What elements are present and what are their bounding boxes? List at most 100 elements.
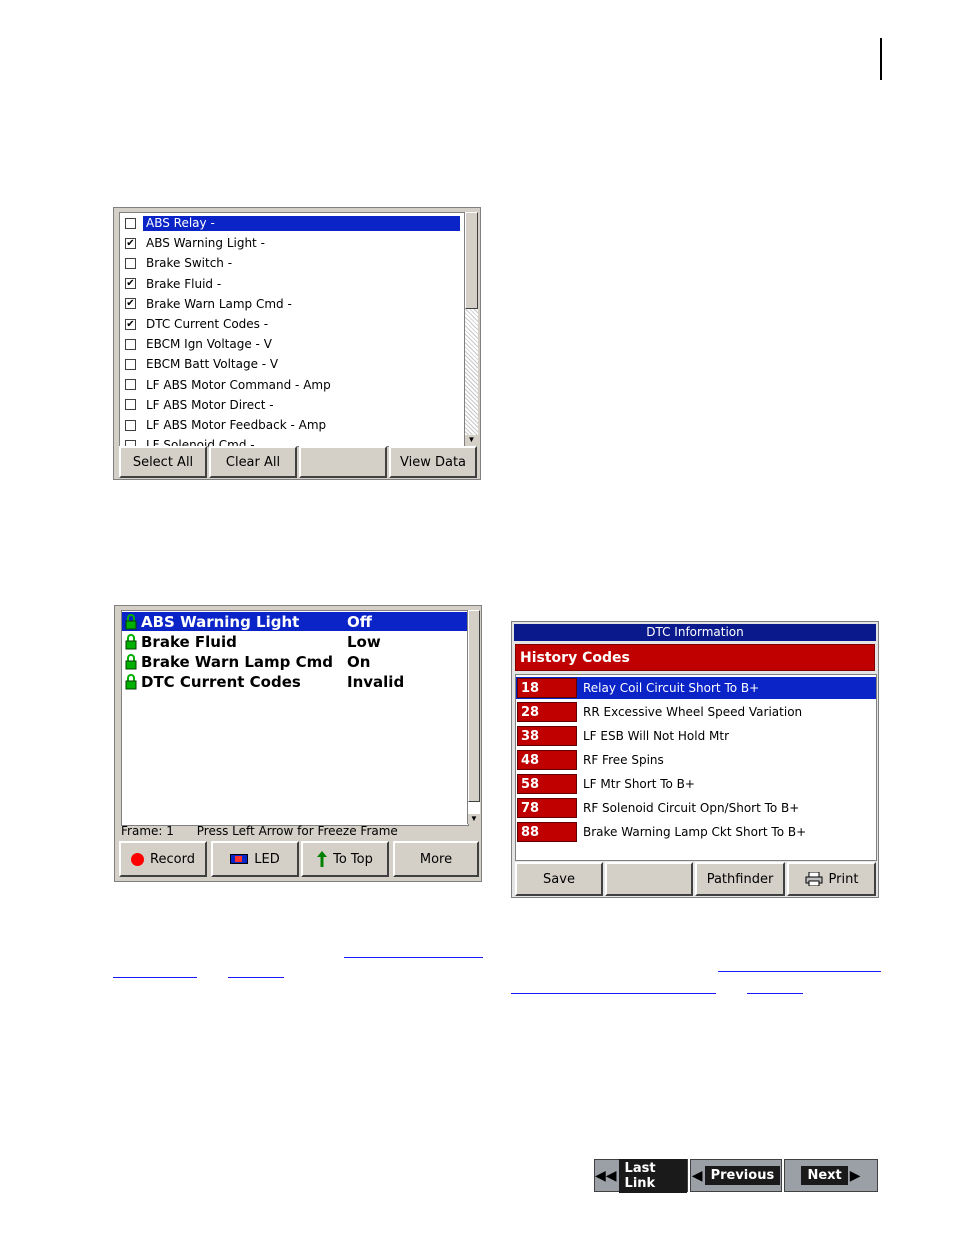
pathfinder-button[interactable]: Pathfinder xyxy=(695,862,785,896)
record-button[interactable]: Record xyxy=(119,841,207,877)
up-arrow-icon xyxy=(317,851,328,867)
dtc-row[interactable]: 48 RF Free Spins xyxy=(516,749,876,771)
dtc-code: 78 xyxy=(517,798,577,818)
select-all-button[interactable]: Select All xyxy=(119,446,207,478)
parameter-name: Brake Warn Lamp Cmd xyxy=(141,652,333,671)
dtc-information-window: DTC Information History Codes 18 Relay Co… xyxy=(511,621,879,898)
checkbox-icon[interactable] xyxy=(125,338,136,350)
parameter-label: Brake Switch - xyxy=(146,256,233,271)
link-underline[interactable] xyxy=(344,957,483,958)
clear-all-label: Clear All xyxy=(225,454,281,470)
checkbox-icon[interactable] xyxy=(125,358,136,370)
checkbox-icon[interactable] xyxy=(125,217,136,229)
double-left-arrow-icon: ◀◀ xyxy=(595,1167,617,1184)
dtc-row[interactable]: 28 RR Excessive Wheel Speed Variation xyxy=(516,701,876,723)
dtc-code: 28 xyxy=(517,702,577,722)
parameter-label: EBCM Ign Voltage - V xyxy=(146,337,272,352)
data-list[interactable]: ABS Warning Light Off Brake Fluid Low Brake … xyxy=(121,610,469,826)
history-codes-header: History Codes xyxy=(515,644,875,671)
parameter-label: ABS Warning Light - xyxy=(146,236,265,251)
dtc-description: RF Free Spins xyxy=(583,753,664,767)
print-button[interactable]: Print xyxy=(787,862,876,896)
next-button[interactable]: Next ▶ xyxy=(784,1159,878,1192)
parameter-list-item[interactable]: ABS Relay - xyxy=(120,213,464,233)
parameter-label: ABS Relay - xyxy=(143,215,460,231)
more-label: More xyxy=(419,851,453,867)
previous-label: Previous xyxy=(704,1166,781,1185)
data-row[interactable]: ABS Warning Light Off xyxy=(122,612,468,631)
dtc-code: 58 xyxy=(517,774,577,794)
parameter-list-item[interactable]: LF ABS Motor Command - Amp xyxy=(120,375,464,395)
dtc-description: Relay Coil Circuit Short To B+ xyxy=(583,681,760,695)
blank-button[interactable] xyxy=(299,446,387,478)
frame-label: Frame: 1 xyxy=(121,824,174,838)
left-arrow-icon: ◀ xyxy=(691,1167,703,1184)
dtc-code-list[interactable]: 18 Relay Coil Circuit Short To B+ 28 RR Exc… xyxy=(515,674,877,861)
checked-checkbox-icon[interactable]: ✔ xyxy=(125,237,136,249)
save-label: Save xyxy=(543,871,575,887)
parameter-label: LF ABS Motor Command - Amp xyxy=(146,377,331,392)
parameter-list-item[interactable]: Brake Switch - xyxy=(120,253,464,273)
parameter-list-scrollbar[interactable]: ▼ xyxy=(464,212,478,445)
save-button[interactable]: Save xyxy=(515,862,603,896)
record-icon xyxy=(131,852,145,866)
data-row[interactable]: Brake Fluid Low xyxy=(122,632,468,651)
window-title: DTC Information xyxy=(514,624,876,641)
parameter-list-item[interactable]: LF ABS Motor Feedback - Amp xyxy=(120,415,464,435)
link-underline[interactable] xyxy=(747,993,803,994)
previous-button[interactable]: ◀ Previous xyxy=(690,1159,782,1192)
parameter-list-item[interactable]: ✔ DTC Current Codes - xyxy=(120,314,464,334)
dtc-row[interactable]: 38 LF ESB Will Not Hold Mtr xyxy=(516,725,876,747)
dtc-code: 88 xyxy=(517,822,577,842)
scrollbar-thumb[interactable] xyxy=(465,212,478,309)
dtc-description: RF Solenoid Circuit Opn/Short To B+ xyxy=(583,801,800,815)
link-underline[interactable] xyxy=(718,971,881,972)
parameter-list[interactable]: ABS Relay - ✔ ABS Warning Light - Brake Swi… xyxy=(119,212,465,447)
parameter-label: LF ABS Motor Direct - xyxy=(146,397,274,412)
dtc-row[interactable]: 58 LF Mtr Short To B+ xyxy=(516,773,876,795)
link-underline[interactable] xyxy=(113,977,197,978)
parameter-list-item[interactable]: ✔ ABS Warning Light - xyxy=(120,233,464,253)
view-data-label: View Data xyxy=(399,454,467,470)
to-top-label: To Top xyxy=(333,851,373,867)
last-link-button[interactable]: ◀◀ Last Link xyxy=(594,1158,688,1193)
checkbox-icon[interactable] xyxy=(125,399,136,411)
dtc-row[interactable]: 88 Brake Warning Lamp Ckt Short To B+ xyxy=(516,821,876,843)
checkbox-icon[interactable] xyxy=(125,379,136,391)
dtc-code: 18 xyxy=(517,678,577,698)
parameter-list-item[interactable]: EBCM Ign Voltage - V xyxy=(120,334,464,354)
more-button[interactable]: More xyxy=(393,841,479,877)
checked-checkbox-icon[interactable]: ✔ xyxy=(125,318,136,330)
to-top-button[interactable]: To Top xyxy=(301,841,389,877)
lock-icon xyxy=(125,673,137,689)
blank-button[interactable] xyxy=(605,862,693,896)
data-row[interactable]: Brake Warn Lamp Cmd On xyxy=(122,652,468,671)
record-label: Record xyxy=(150,851,195,867)
parameter-list-item[interactable]: ✔ Brake Warn Lamp Cmd - xyxy=(120,294,464,314)
checked-checkbox-icon[interactable]: ✔ xyxy=(125,278,136,290)
checkbox-icon[interactable] xyxy=(125,419,136,431)
parameter-value: Low xyxy=(347,632,381,651)
scroll-down-icon[interactable]: ▼ xyxy=(468,814,480,824)
checked-checkbox-icon[interactable]: ✔ xyxy=(125,298,136,310)
parameter-value: On xyxy=(347,652,371,671)
dtc-row[interactable]: 18 Relay Coil Circuit Short To B+ xyxy=(516,677,876,699)
dtc-row[interactable]: 78 RF Solenoid Circuit Opn/Short To B+ xyxy=(516,797,876,819)
led-button[interactable]: LED xyxy=(211,841,299,877)
link-underline[interactable] xyxy=(511,993,716,994)
scroll-down-icon[interactable]: ▼ xyxy=(465,435,478,445)
parameter-list-item[interactable]: LF ABS Motor Direct - xyxy=(120,395,464,415)
data-row[interactable]: DTC Current Codes Invalid xyxy=(122,672,468,691)
view-data-button[interactable]: View Data xyxy=(389,446,477,478)
clear-all-button[interactable]: Clear All xyxy=(209,446,297,478)
scrollbar-thumb[interactable] xyxy=(468,610,480,802)
parameter-label: Brake Fluid - xyxy=(146,276,222,291)
freeze-frame-hint: Press Left Arrow for Freeze Frame xyxy=(196,824,398,838)
data-list-scrollbar[interactable]: ▼ xyxy=(467,610,480,824)
checkbox-icon[interactable] xyxy=(125,257,136,269)
parameter-list-item[interactable]: ✔ Brake Fluid - xyxy=(120,274,464,294)
link-underline[interactable] xyxy=(228,977,284,978)
printer-icon xyxy=(805,872,823,886)
parameter-list-item[interactable]: EBCM Batt Voltage - V xyxy=(120,354,464,374)
lock-icon xyxy=(125,633,137,649)
